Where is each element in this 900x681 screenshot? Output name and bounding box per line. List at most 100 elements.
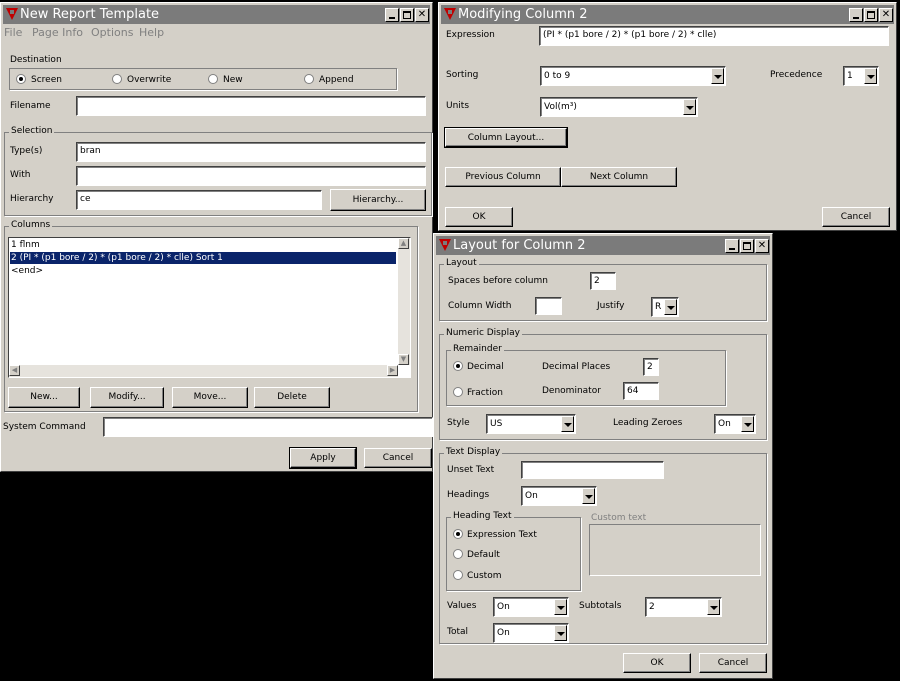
radio-decimal[interactable] <box>453 361 463 371</box>
cancel-button[interactable]: Cancel <box>699 653 767 673</box>
minimize-icon[interactable] <box>385 8 399 22</box>
precedence-select[interactable]: 1 <box>843 66 879 86</box>
with-input[interactable] <box>76 166 426 186</box>
column-layout-button[interactable]: Column Layout... <box>444 127 568 148</box>
modify-column-button[interactable]: Modify... <box>90 387 164 408</box>
unset-text-label: Unset Text <box>447 465 495 475</box>
new-report-template-window: New Report Template ✕ File Page Info Opt… <box>0 2 433 472</box>
maximize-icon[interactable] <box>864 8 878 22</box>
leading-zeroes-select[interactable]: On <box>714 414 756 434</box>
apply-button[interactable]: Apply <box>289 447 357 469</box>
chevron-down-icon[interactable] <box>664 299 677 315</box>
list-item[interactable]: 1 flnm <box>10 239 396 251</box>
hierarchy-button[interactable]: Hierarchy... <box>330 189 426 211</box>
spaces-before-input[interactable]: 2 <box>590 272 616 290</box>
radio-default[interactable] <box>453 549 463 559</box>
numeric-display-label: Numeric Display <box>444 328 522 338</box>
minimize-icon[interactable] <box>725 239 739 253</box>
values-select[interactable]: On <box>493 597 569 617</box>
ok-button[interactable]: OK <box>445 207 513 227</box>
move-column-button[interactable]: Move... <box>172 387 248 408</box>
spaces-before-label: Spaces before column <box>448 276 548 286</box>
units-select[interactable]: Vol(m³) <box>540 97 698 117</box>
close-icon[interactable]: ✕ <box>755 239 769 253</box>
title-bar[interactable]: Layout for Column 2 ✕ <box>436 236 770 255</box>
title-bar[interactable]: New Report Template ✕ <box>3 5 430 24</box>
system-command-input[interactable] <box>103 417 433 437</box>
chevron-down-icon[interactable] <box>711 68 724 84</box>
radio-default-label: Default <box>467 550 500 560</box>
headings-value: On <box>525 491 538 501</box>
total-label: Total <box>447 627 469 637</box>
ok-button[interactable]: OK <box>623 653 691 673</box>
list-item-selected[interactable]: 2 (PI * (p1 bore / 2) * (p1 bore / 2) * … <box>10 252 396 264</box>
expression-label: Expression <box>446 30 495 40</box>
justify-select[interactable]: R <box>651 297 679 317</box>
unset-text-input[interactable] <box>521 461 664 479</box>
chevron-down-icon[interactable] <box>741 416 754 432</box>
style-select[interactable]: US <box>486 414 576 434</box>
title-bar[interactable]: Modifying Column 2 ✕ <box>441 5 894 24</box>
radio-custom[interactable] <box>453 570 463 580</box>
expression-input[interactable]: (PI * (p1 bore / 2) * (p1 bore / 2) * cl… <box>539 26 889 46</box>
leading-zeroes-label: Leading Zeroes <box>613 418 683 428</box>
headings-label: Headings <box>447 490 490 500</box>
app-logo-icon <box>439 239 451 251</box>
chevron-down-icon[interactable] <box>683 99 696 115</box>
cancel-button[interactable]: Cancel <box>822 207 890 227</box>
radio-expression-text[interactable] <box>453 529 463 539</box>
chevron-down-icon[interactable] <box>864 68 877 84</box>
app-logo-icon <box>6 8 18 20</box>
close-icon[interactable]: ✕ <box>415 8 429 22</box>
justify-label: Justify <box>597 301 625 311</box>
maximize-icon[interactable] <box>400 8 414 22</box>
sorting-label: Sorting <box>446 70 479 80</box>
hierarchy-label: Hierarchy <box>10 194 54 204</box>
radio-fraction[interactable] <box>453 387 463 397</box>
scroll-left-icon[interactable]: ◀ <box>9 365 20 376</box>
decimal-places-input[interactable]: 2 <box>643 358 659 376</box>
with-label: With <box>10 170 31 180</box>
hierarchy-input[interactable]: ce <box>76 190 322 210</box>
menu-page-info[interactable]: Page Info <box>32 26 83 39</box>
previous-column-button[interactable]: Previous Column <box>445 167 561 187</box>
column-width-label: Column Width <box>448 301 512 311</box>
columns-list[interactable]: 1 flnm 2 (PI * (p1 bore / 2) * (p1 bore … <box>8 237 411 378</box>
total-value: On <box>497 628 510 638</box>
denominator-input[interactable]: 64 <box>623 382 659 400</box>
types-input[interactable]: bran <box>76 142 426 162</box>
scroll-right-icon[interactable]: ▶ <box>387 365 398 376</box>
radio-expression-text-label: Expression Text <box>467 530 537 540</box>
menu-options[interactable]: Options <box>91 26 133 39</box>
close-icon[interactable]: ✕ <box>879 8 893 22</box>
scroll-down-icon[interactable]: ▼ <box>398 354 409 365</box>
app-logo-icon <box>444 8 456 20</box>
chevron-down-icon[interactable] <box>561 416 574 432</box>
units-label: Units <box>446 101 470 111</box>
delete-column-button[interactable]: Delete <box>254 387 330 408</box>
list-item[interactable]: <end> <box>10 265 396 277</box>
scroll-up-icon[interactable]: ▲ <box>398 238 409 249</box>
minimize-icon[interactable] <box>849 8 863 22</box>
chevron-down-icon[interactable] <box>554 625 567 641</box>
menu-help[interactable]: Help <box>139 26 164 39</box>
total-select[interactable]: On <box>493 623 569 643</box>
horizontal-scrollbar[interactable]: ◀ ▶ <box>9 365 398 377</box>
chevron-down-icon[interactable] <box>707 599 720 615</box>
radio-decimal-label: Decimal <box>467 362 504 372</box>
sorting-value: 0 to 9 <box>544 71 571 81</box>
headings-select[interactable]: On <box>521 486 597 506</box>
column-width-input[interactable] <box>535 297 562 315</box>
vertical-scrollbar[interactable]: ▲ ▼ <box>398 238 410 365</box>
new-column-button[interactable]: New... <box>8 387 80 408</box>
window-title: New Report Template <box>20 7 160 22</box>
cancel-button[interactable]: Cancel <box>364 448 432 468</box>
next-column-button[interactable]: Next Column <box>561 167 677 187</box>
chevron-down-icon[interactable] <box>554 599 567 615</box>
sorting-select[interactable]: 0 to 9 <box>540 66 726 86</box>
chevron-down-icon[interactable] <box>582 488 595 504</box>
maximize-icon[interactable] <box>740 239 754 253</box>
menu-file[interactable]: File <box>4 26 22 39</box>
style-value: US <box>490 419 503 429</box>
subtotals-select[interactable]: 2 <box>645 597 722 617</box>
